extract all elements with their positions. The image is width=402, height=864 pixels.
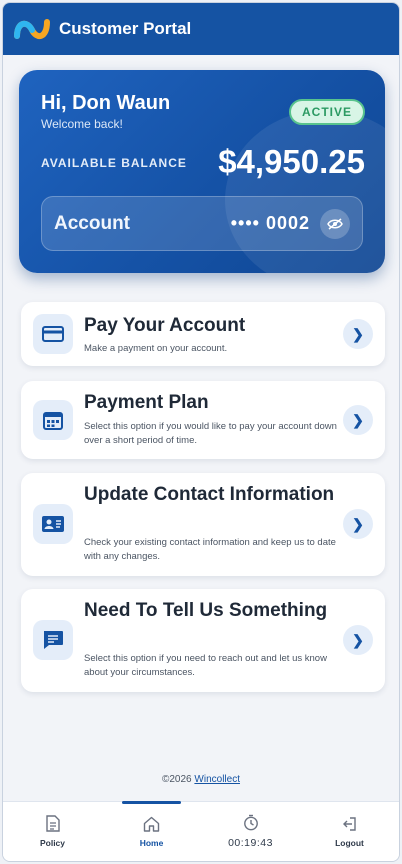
chevron-right-icon[interactable]: ❯ xyxy=(343,405,373,435)
calendar-icon xyxy=(33,400,73,440)
welcome-text: Welcome back! xyxy=(41,117,123,131)
message-icon xyxy=(33,620,73,660)
bottom-nav: Policy Home 00:19:43 Logout xyxy=(3,801,399,861)
pay-account-card[interactable]: Pay Your Account Make a payment on your … xyxy=(21,302,385,366)
greeting-text: Hi, Don Waun xyxy=(41,92,171,114)
nav-policy[interactable]: Policy xyxy=(3,802,102,861)
balance-card: Hi, Don Waun Welcome back! ACTIVE AVAILA… xyxy=(19,70,385,273)
menu-description: Select this option if you need to reach … xyxy=(84,653,327,678)
balance-amount: $4,950.25 xyxy=(218,143,365,180)
account-label: Account xyxy=(54,212,130,234)
eye-off-icon xyxy=(327,217,343,230)
logout-icon xyxy=(343,816,356,831)
menu-description: Make a payment on your account. xyxy=(84,343,228,354)
chevron-right-icon[interactable]: ❯ xyxy=(343,509,373,539)
app-title: Customer Portal xyxy=(59,19,192,38)
credit-card-icon xyxy=(33,314,73,354)
menu-description: Check your existing contact information … xyxy=(84,537,336,562)
chevron-right-icon[interactable]: ❯ xyxy=(343,625,373,655)
account-number: •••• 0002 xyxy=(230,213,310,233)
menu-title: Need To Tell Us Something xyxy=(84,600,328,621)
nav-label: Home xyxy=(139,837,164,848)
status-badge: ACTIVE xyxy=(288,99,365,125)
app-frame: Customer Portal Hi, Don Waun Welcome bac… xyxy=(2,2,400,862)
nav-logout[interactable]: Logout xyxy=(300,802,399,861)
menu-title: Payment Plan xyxy=(84,392,209,413)
footer: ©2026 Wincollect xyxy=(3,774,399,785)
tell-us-card[interactable]: Need To Tell Us Something Select this op… xyxy=(21,589,385,692)
update-contact-card[interactable]: Update Contact Information Check your ex… xyxy=(21,473,385,576)
menu-title: Pay Your Account xyxy=(84,315,246,336)
menu-description: Select this option if you would like to … xyxy=(84,421,337,446)
wincollect-link[interactable]: Wincollect xyxy=(194,774,240,785)
document-icon xyxy=(45,815,60,832)
account-row: Account •••• 0002 xyxy=(41,196,363,251)
balance-label: AVAILABLE BALANCE xyxy=(41,156,187,170)
nav-home[interactable]: Home xyxy=(102,801,201,861)
timer-icon xyxy=(243,814,258,831)
toggle-visibility-button[interactable] xyxy=(320,208,350,239)
contact-card-icon xyxy=(33,504,73,544)
menu-title: Update Contact Information xyxy=(84,484,335,505)
top-bar: Customer Portal xyxy=(3,3,399,55)
nav-label: Logout xyxy=(335,837,364,848)
nav-label: Policy xyxy=(39,838,66,848)
chevron-right-icon[interactable]: ❯ xyxy=(343,319,373,349)
logo-icon xyxy=(14,19,50,40)
session-timer: 00:19:43 xyxy=(201,802,300,861)
home-icon xyxy=(143,816,160,832)
payment-plan-card[interactable]: Payment Plan Select this option if you w… xyxy=(21,381,385,459)
copyright-text: ©2026 xyxy=(162,774,192,785)
timer-value: 00:19:43 xyxy=(228,837,273,849)
